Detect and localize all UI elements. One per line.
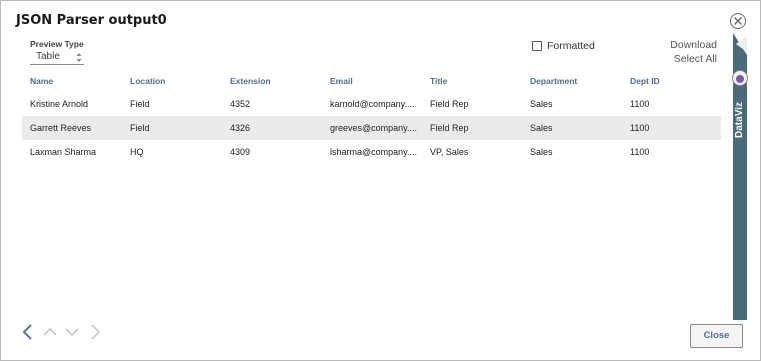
- preview-type-value: Table: [36, 51, 60, 62]
- cell-name: Kristine Arnold: [30, 99, 89, 109]
- cell-email: karnold@company....: [330, 99, 415, 109]
- column-header-department[interactable]: Department: [530, 76, 625, 86]
- chevron-down-icon: [65, 328, 79, 337]
- cell-title: VP, Sales: [430, 147, 469, 157]
- previous-record-button[interactable]: [42, 323, 58, 341]
- preview-type-select[interactable]: Table: [30, 50, 84, 65]
- column-header-name[interactable]: Name: [30, 76, 125, 86]
- dataviz-dot-icon: [736, 75, 744, 83]
- cell-dept-id: 1100: [630, 99, 650, 109]
- cell-department: Sales: [530, 123, 553, 133]
- table-header: Name Location Extension Email Title Depa…: [22, 72, 721, 92]
- download-link[interactable]: Download: [670, 39, 717, 51]
- cell-email: greeves@company....: [330, 123, 418, 133]
- cell-department: Sales: [530, 147, 553, 157]
- data-table: Name Location Extension Email Title Depa…: [22, 72, 721, 164]
- preview-type-label: Preview Type: [30, 39, 84, 49]
- cell-name: Laxman Sharma: [30, 147, 97, 157]
- cell-title: Field Rep: [430, 123, 469, 133]
- cell-dept-id: 1100: [630, 123, 650, 133]
- column-header-location[interactable]: Location: [130, 76, 225, 86]
- preview-dialog: JSON Parser output0 Preview Type Table F…: [0, 0, 761, 361]
- dataviz-label: DataViz: [734, 102, 745, 138]
- table-row[interactable]: Kristine Arnold Field 4352 karnold@compa…: [22, 92, 721, 116]
- dataviz-drag-handle[interactable]: [732, 70, 748, 86]
- column-header-extension[interactable]: Extension: [230, 76, 325, 86]
- cell-email: lsharma@company....: [330, 147, 417, 157]
- formatted-label: Formatted: [547, 40, 595, 52]
- column-header-email[interactable]: Email: [330, 76, 421, 86]
- cell-name: Garrett Reeves: [30, 123, 92, 133]
- dialog-title: JSON Parser output0: [16, 13, 167, 28]
- next-record-button[interactable]: [64, 323, 80, 341]
- cell-department: Sales: [530, 99, 553, 109]
- dataviz-panel-tab[interactable]: DataViz: [732, 33, 748, 320]
- collapse-arrow-icon: [733, 33, 747, 55]
- cell-location: HQ: [130, 147, 144, 157]
- chevron-left-icon: [22, 324, 32, 340]
- chevron-up-icon: [43, 327, 57, 336]
- checkbox-icon[interactable]: [532, 41, 542, 51]
- cell-location: Field: [130, 99, 150, 109]
- select-all-link[interactable]: Select All: [674, 53, 717, 65]
- cell-location: Field: [130, 123, 150, 133]
- cell-extension: 4309: [230, 147, 251, 157]
- close-dialog-icon[interactable]: [730, 13, 746, 29]
- select-arrows-icon: [76, 53, 82, 62]
- cell-dept-id: 1100: [630, 147, 650, 157]
- table-row[interactable]: Laxman Sharma HQ 4309 lsharma@company...…: [22, 140, 721, 164]
- next-page-button[interactable]: [88, 323, 104, 341]
- cell-title: Field Rep: [430, 99, 469, 109]
- close-button[interactable]: Close: [690, 324, 743, 348]
- column-header-title[interactable]: Title: [430, 76, 525, 86]
- cell-extension: 4352: [230, 99, 251, 109]
- table-row[interactable]: Garrett Reeves Field 4326 greeves@compan…: [22, 116, 721, 140]
- chevron-right-icon: [91, 324, 101, 340]
- previous-page-button[interactable]: [21, 323, 37, 341]
- cell-extension: 4326: [230, 123, 251, 133]
- column-header-dept-id[interactable]: Dept ID: [630, 76, 715, 86]
